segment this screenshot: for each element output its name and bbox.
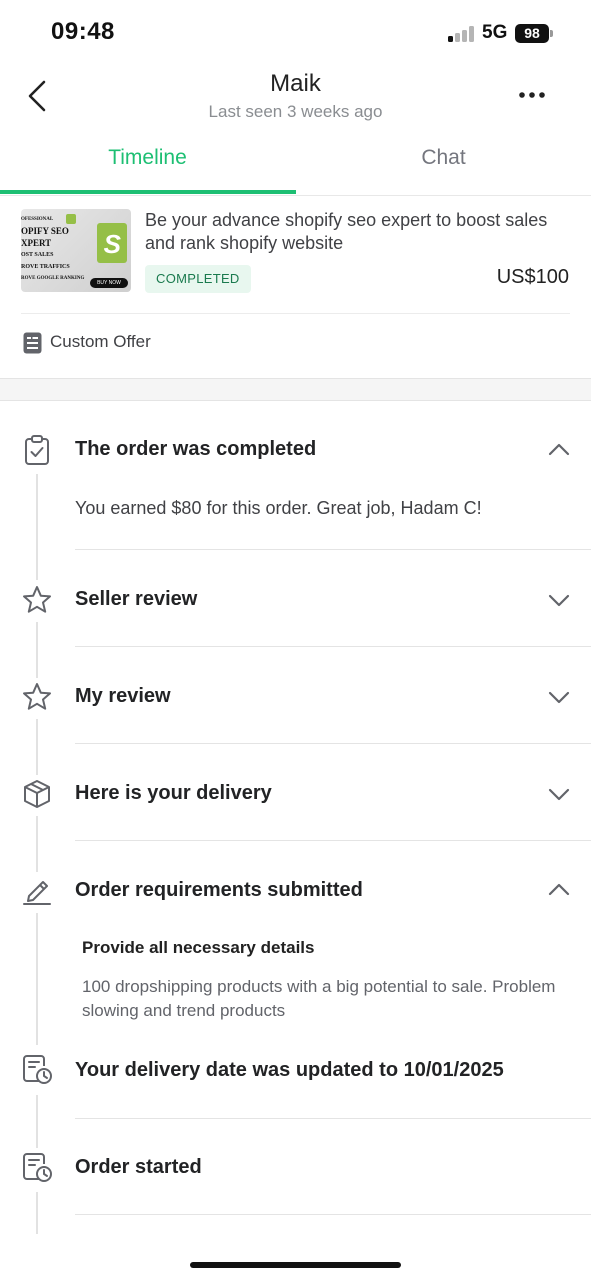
- chevron-down-icon[interactable]: [546, 684, 572, 710]
- order-status-badge: COMPLETED: [145, 265, 251, 293]
- divider: [75, 549, 591, 550]
- calendar-clock-icon: [23, 1153, 52, 1182]
- more-horizontal-icon: [519, 92, 545, 98]
- timeline-line: [36, 913, 38, 1045]
- timeline-title: Order started: [75, 1156, 202, 1178]
- chevron-down-icon[interactable]: [546, 781, 572, 807]
- battery-icon: 98: [515, 24, 549, 43]
- document-list-icon: [23, 332, 42, 354]
- tab-bar: Timeline Chat: [0, 140, 591, 196]
- calendar-clock-icon: [23, 1055, 52, 1084]
- shopify-logo-icon: S: [103, 229, 121, 259]
- package-icon: [24, 780, 50, 808]
- tab-timeline[interactable]: Timeline: [0, 140, 295, 196]
- thumbnail-text: OFESSIONAL OPIFY SEO XPERT OST SALES ROV…: [21, 215, 99, 285]
- last-seen: Last seen 3 weeks ago: [208, 102, 383, 121]
- timeline-line: [36, 719, 38, 775]
- divider: [75, 1118, 591, 1119]
- timeline-title: Here is your delivery: [75, 782, 272, 804]
- divider: [75, 1214, 591, 1215]
- timeline-title: Seller review: [75, 588, 198, 610]
- gig-thumbnail[interactable]: OFESSIONAL OPIFY SEO XPERT OST SALES ROV…: [21, 209, 131, 292]
- timeline-line: [36, 1095, 38, 1148]
- home-indicator[interactable]: [190, 1262, 401, 1268]
- timeline-line: [36, 1192, 38, 1234]
- battery-cap: [550, 30, 553, 37]
- thumbnail-line: OST SALES: [21, 252, 54, 258]
- tab-chat[interactable]: Chat: [296, 140, 591, 196]
- network-type: 5G: [482, 22, 508, 43]
- earnings-message: You earned $80 for this order. Great job…: [75, 498, 482, 518]
- timeline-title: The order was completed: [75, 438, 317, 460]
- order-price: US$100: [496, 266, 569, 288]
- custom-offer-label: Custom Offer: [50, 332, 151, 351]
- section-separator: [0, 378, 591, 401]
- timeline-line: [36, 622, 38, 678]
- shopify-badge-icon: [66, 214, 76, 224]
- gig-title[interactable]: Be your advance shopify seo expert to bo…: [145, 209, 565, 255]
- clipboard-check-icon: [25, 435, 49, 465]
- thumbnail-line: ROVE TRAFFICS: [21, 264, 70, 270]
- status-bar: 09:48 5G 98: [0, 0, 591, 62]
- contact-name: Maik: [270, 70, 321, 97]
- active-tab-indicator: [0, 190, 296, 194]
- divider: [75, 840, 591, 841]
- thumbnail-line: XPERT: [21, 238, 52, 248]
- thumbnail-line: OFESSIONAL: [21, 217, 54, 222]
- star-icon: [23, 683, 51, 710]
- timeline-title: My review: [75, 685, 171, 707]
- thumbnail-line: OPIFY SEO: [21, 226, 69, 236]
- thumbnail-buy-now: BUY NOW: [90, 278, 128, 288]
- timeline-line: [36, 816, 38, 872]
- requirement-question: Provide all necessary details: [82, 938, 315, 957]
- more-options-button[interactable]: [512, 80, 552, 110]
- signal-icon: [448, 26, 476, 42]
- chevron-down-icon[interactable]: [546, 587, 572, 613]
- pencil-icon: [23, 881, 51, 905]
- timeline-title: Your delivery date was updated to 10/01/…: [75, 1059, 504, 1081]
- status-time: 09:48: [51, 18, 115, 45]
- divider: [75, 743, 591, 744]
- conversation-header: Maik Last seen 3 weeks ago: [0, 62, 591, 132]
- star-icon: [23, 586, 51, 613]
- divider: [21, 313, 570, 314]
- divider: [75, 646, 591, 647]
- requirement-answer: 100 dropshipping products with a big pot…: [82, 977, 556, 1020]
- timeline-line: [36, 474, 38, 580]
- chevron-up-icon[interactable]: [546, 437, 572, 463]
- chevron-up-icon[interactable]: [546, 877, 572, 903]
- timeline-title: Order requirements submitted: [75, 879, 363, 901]
- thumbnail-line: ROVE GOOGLE RANKING: [21, 276, 85, 281]
